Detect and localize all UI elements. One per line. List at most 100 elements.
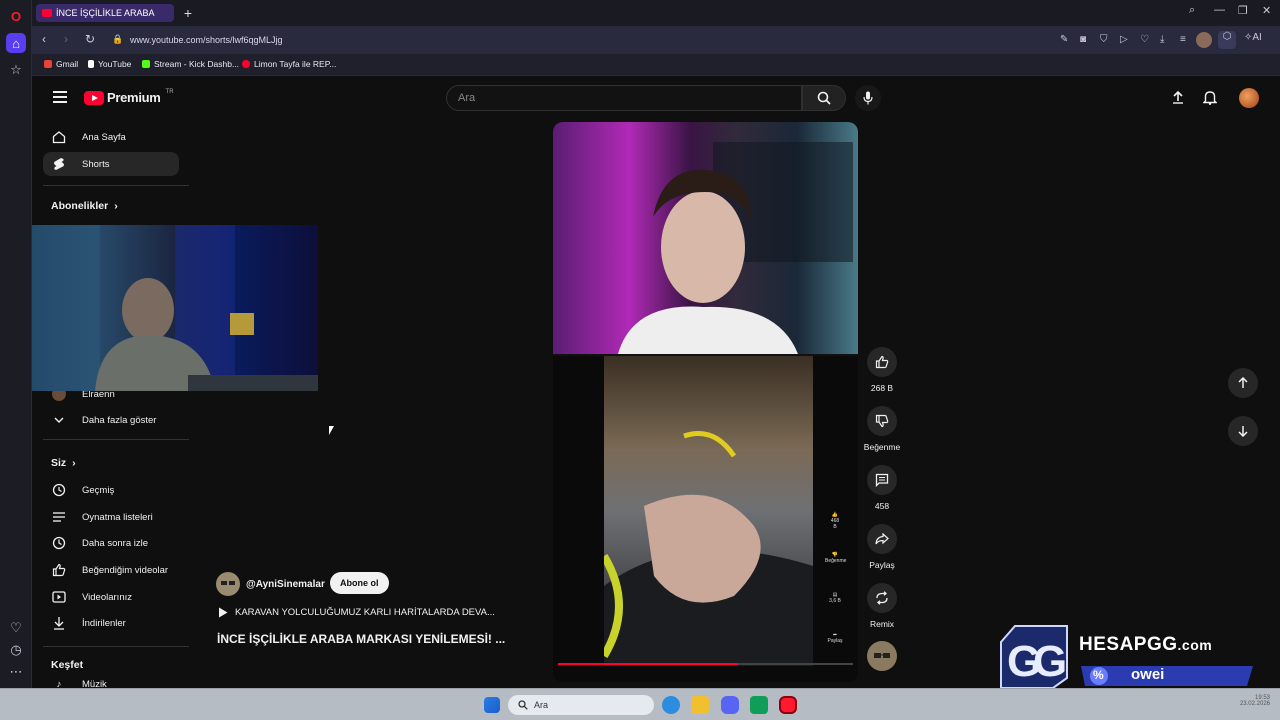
edit-icon[interactable]: ✎ xyxy=(1060,34,1068,45)
more-icon[interactable]: ⋯ xyxy=(6,662,26,682)
history-icon[interactable]: ◷ xyxy=(6,640,26,660)
sidebar-item-your-videos[interactable]: Videolarınız xyxy=(43,585,179,609)
system-clock[interactable]: 19:53 23.02.2026 xyxy=(1230,695,1270,707)
new-tab-button[interactable]: + xyxy=(180,5,196,21)
download-icon xyxy=(52,616,66,630)
channel-name[interactable]: @AyniSinemalar xyxy=(246,579,325,590)
camera-icon[interactable]: ◙ xyxy=(1080,34,1086,45)
share-button[interactable]: Paylaş xyxy=(862,524,902,570)
subscriptions-heading[interactable]: Abonelikler › xyxy=(51,200,118,212)
heading-label: Keşfet xyxy=(51,659,84,671)
show-more-button[interactable]: Daha fazla göster xyxy=(43,408,179,432)
download-icon[interactable]: ⤓ xyxy=(1160,34,1164,45)
start-icon[interactable] xyxy=(484,697,500,713)
sidebar-item-home[interactable]: Ana Sayfa xyxy=(43,125,179,149)
bookmark-limon[interactable]: Limon Tayfa ile REP... xyxy=(242,59,336,69)
discord-icon[interactable] xyxy=(721,696,739,714)
back-icon[interactable]: ‹ xyxy=(42,32,46,46)
upload-button[interactable] xyxy=(1169,88,1187,106)
sidebar-item-history[interactable]: Geçmiş xyxy=(43,478,179,502)
facecam-video xyxy=(553,122,858,354)
dislike-label: Beğenme xyxy=(863,442,901,452)
opera-icon[interactable] xyxy=(779,696,797,714)
comments-button[interactable]: 458 xyxy=(862,465,902,511)
inner-label: Paylaş xyxy=(827,638,843,644)
sidebar-item-watch-later[interactable]: Daha sonra izle xyxy=(43,531,179,555)
menu-icon[interactable]: ≡ xyxy=(1180,34,1186,45)
inner-comments: ▤ 3,6 B xyxy=(829,592,841,604)
subscribe-button[interactable]: Abone ol xyxy=(330,572,389,594)
next-short-button[interactable] xyxy=(1228,416,1258,446)
sidebar-item-downloads[interactable]: İndirilenler xyxy=(43,611,179,635)
webcam-image xyxy=(32,225,318,391)
close-window-button[interactable]: ✕ xyxy=(1262,4,1271,17)
sidebar-item-music[interactable]: ♪ Müzik xyxy=(43,676,179,689)
share-icon-wrap xyxy=(867,524,897,554)
webcam-overlay xyxy=(32,225,318,391)
url-field[interactable]: www.youtube.com/shorts/lwf6qgMLJjg xyxy=(130,35,283,45)
like-button[interactable]: 268 B xyxy=(862,347,902,393)
search-input[interactable]: Ara xyxy=(446,85,802,111)
microphone-icon xyxy=(863,91,873,105)
search-button[interactable] xyxy=(802,85,846,111)
extension-icon[interactable]: ⬡ xyxy=(1218,31,1236,49)
shorts-player[interactable]: 👍 468 B 👎 Beğenme ▤ 3,6 B ➦ Paylaş xyxy=(553,122,858,682)
taskbar-search[interactable]: Ara xyxy=(508,695,654,715)
arrow-down-icon xyxy=(1238,426,1248,437)
previous-short-button[interactable] xyxy=(1228,368,1258,398)
file-explorer-icon[interactable] xyxy=(691,696,709,714)
sidebar-item-shorts[interactable]: Shorts xyxy=(43,152,179,176)
short-title[interactable]: İNCE İŞÇİLİKLE ARABA MARKASI YENİLEMESİ!… xyxy=(217,632,505,646)
playlist-icon xyxy=(52,510,66,524)
inner-label: 468 B xyxy=(830,518,840,530)
playlist-link[interactable]: KARAVAN YOLCULUĞUMUZ KARLI HARİTALARDA D… xyxy=(218,607,495,618)
heading-label: Abonelikler xyxy=(51,200,109,212)
sidebar-item-label: Shorts xyxy=(82,158,110,170)
reload-icon[interactable]: ↻ xyxy=(85,32,95,46)
clock-icon xyxy=(52,536,66,550)
taskbar-search-text: Ara xyxy=(534,700,549,710)
opera-logo-icon[interactable]: O xyxy=(6,6,26,26)
channel-row[interactable]: @AyniSinemalar xyxy=(216,572,325,596)
bookmark-gmail[interactable]: Gmail xyxy=(44,59,78,69)
aria-icon[interactable]: ☆ xyxy=(6,60,26,80)
app-icon[interactable] xyxy=(750,696,768,714)
channel-avatar xyxy=(216,572,240,596)
notifications-button[interactable] xyxy=(1201,88,1219,106)
ai-button[interactable]: ✧AI xyxy=(1244,32,1272,43)
sidebar-item-liked[interactable]: Beğendiğim videolar xyxy=(43,558,179,582)
bookmark-youtube[interactable]: YouTube xyxy=(88,59,131,69)
heart-bookmark-icon[interactable]: ♡ xyxy=(1140,34,1149,45)
kick-icon xyxy=(142,60,150,68)
minimize-button[interactable]: — xyxy=(1214,4,1225,16)
player-icon[interactable]: ▷ xyxy=(1120,34,1128,45)
sidebar-item-label: Oynatma listeleri xyxy=(82,511,153,523)
heart-icon[interactable]: ♡ xyxy=(6,618,26,638)
divider xyxy=(43,185,189,186)
you-heading[interactable]: Siz › xyxy=(51,457,76,469)
guide-menu-icon[interactable] xyxy=(53,91,67,103)
logo-text: Premium xyxy=(107,90,161,105)
progress-bar[interactable] xyxy=(558,663,853,665)
dislike-button[interactable]: Beğenme xyxy=(862,406,902,452)
profile-avatar[interactable] xyxy=(1196,32,1212,48)
shield-icon[interactable]: ⛉ xyxy=(1100,34,1108,45)
forward-icon[interactable]: › xyxy=(64,32,68,46)
voice-search-button[interactable] xyxy=(855,85,881,111)
bookmark-kick[interactable]: Stream - Kick Dashb... xyxy=(142,59,239,69)
sound-avatar[interactable] xyxy=(862,641,902,671)
account-avatar[interactable] xyxy=(1239,88,1259,108)
inner-label: Beğenme xyxy=(825,558,847,564)
maximize-button[interactable]: ❐ xyxy=(1238,4,1248,17)
remix-button[interactable]: Remix xyxy=(862,583,902,629)
tab-active[interactable]: İNCE İŞÇİLİKLE ARABA xyxy=(36,4,174,22)
edge-icon[interactable] xyxy=(662,696,680,714)
tab-strip: İNCE İŞÇİLİKLE ARABA + ⌕ — ❐ ✕ xyxy=(32,0,1280,26)
search-tabs-icon[interactable]: ⌕ xyxy=(1189,4,1195,17)
thumbs-up-icon xyxy=(52,563,66,577)
youtube-logo[interactable]: Premium TR xyxy=(84,89,174,105)
home-icon[interactable]: ⌂ xyxy=(6,33,26,53)
sidebar-item-playlists[interactable]: Oynatma listeleri xyxy=(43,505,179,529)
sponsor-overlay: G G HESAPGG.com % owei xyxy=(997,622,1269,690)
like-icon-wrap xyxy=(867,347,897,377)
